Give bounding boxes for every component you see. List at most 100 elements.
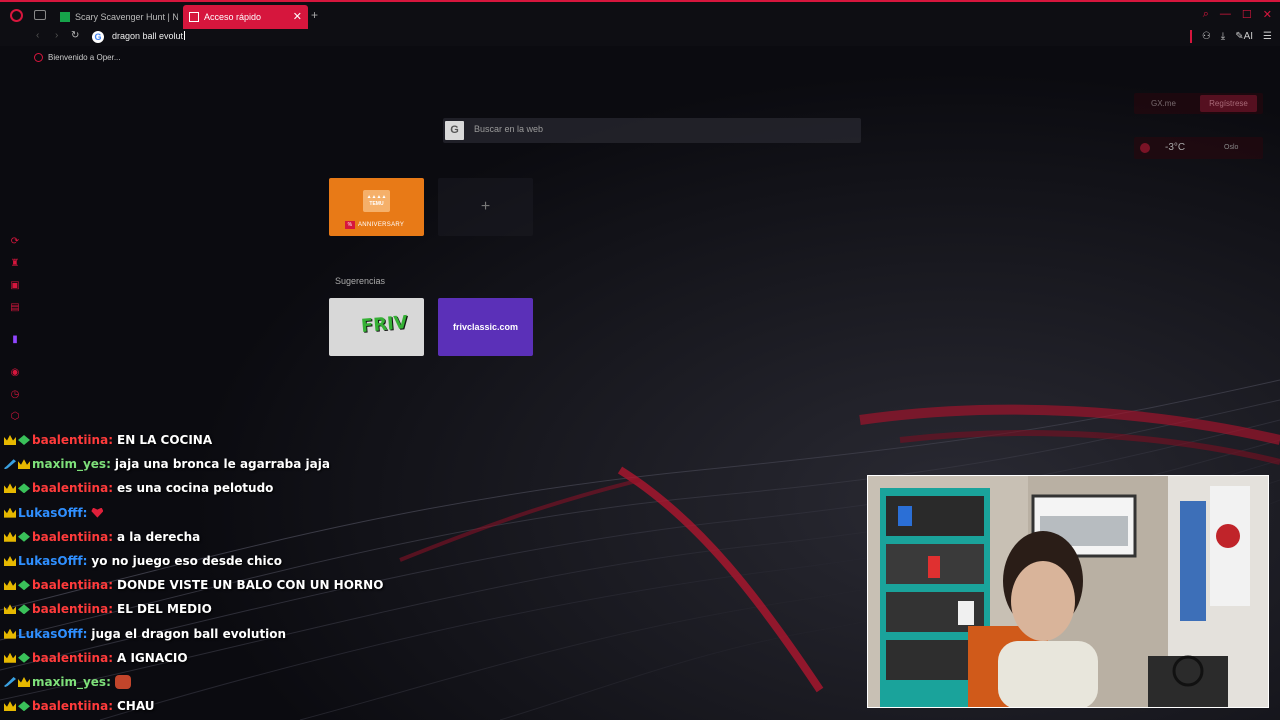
tab-label: Scary Scavenger Hunt | Ne xyxy=(75,12,178,22)
chat-username[interactable]: maxim_yes xyxy=(32,457,106,471)
chat-username[interactable]: LukasOfff xyxy=(18,627,83,641)
window-controls: ⌕ — ☐ ✕ xyxy=(1203,8,1272,21)
menu-icon[interactable]: ☰ xyxy=(1263,31,1272,42)
crown-badge-icon xyxy=(18,459,30,470)
chat-colon: : xyxy=(108,650,113,665)
chat-colon: : xyxy=(108,481,113,496)
gem-badge-icon xyxy=(18,652,30,663)
maximize-icon[interactable]: ☐ xyxy=(1242,8,1252,21)
chat-text: A IGNACIO xyxy=(117,650,188,665)
chat-colon: : xyxy=(82,626,88,641)
chat-message: baalentiina: EL DEL MEDIO xyxy=(4,601,212,617)
gem-badge-icon xyxy=(18,483,30,494)
chat-message: maxim_yes: xyxy=(4,674,131,690)
sword-badge-icon xyxy=(4,459,16,470)
bookmarks-bar: Bienvenido a Oper... xyxy=(0,48,1280,70)
chat-colon: : xyxy=(108,433,113,447)
ai-icon[interactable]: ✎AI xyxy=(1235,31,1253,42)
forward-icon[interactable]: › xyxy=(55,30,58,41)
temu-subtitle: % ANNIVERSARY xyxy=(345,221,404,229)
crown-badge-icon xyxy=(4,604,16,615)
chat-message: baalentiina: a la derecha xyxy=(4,529,200,545)
gem-badge-icon xyxy=(18,604,30,615)
crown-badge-icon xyxy=(4,531,16,542)
messenger-icon[interactable]: ▤ xyxy=(9,302,21,314)
profile-icon[interactable]: ⚇ xyxy=(1202,31,1211,42)
chat-text: juga el dragon ball evolution xyxy=(91,626,287,641)
search-placeholder: Buscar en la web xyxy=(474,124,544,134)
tab-label: Acceso rápido xyxy=(204,12,262,22)
crown-badge-icon xyxy=(4,507,16,518)
close-tab-icon[interactable]: ✕ xyxy=(293,10,302,23)
temperature: -3°C xyxy=(1165,142,1186,153)
back-icon[interactable]: ‹ xyxy=(36,30,39,41)
crown-badge-icon xyxy=(18,677,30,687)
news-icon[interactable]: ▣ xyxy=(9,280,21,292)
suggestions-label: Sugerencias xyxy=(335,276,386,286)
chat-colon: : xyxy=(108,529,113,544)
chat-username[interactable]: baalentiina xyxy=(32,602,108,616)
reload-icon[interactable]: ↻ xyxy=(71,30,79,41)
gx-control-icon[interactable]: ⟳ xyxy=(9,236,21,248)
chat-username[interactable]: baalentiina xyxy=(32,481,108,495)
webcam-feed xyxy=(868,476,1268,707)
search-tabs-icon[interactable]: ⌕ xyxy=(1203,8,1209,21)
chat-username[interactable]: LukasOfff xyxy=(18,506,83,520)
chat-colon: : xyxy=(106,457,111,472)
workspaces-icon[interactable] xyxy=(34,10,46,20)
crown-badge-icon xyxy=(4,628,16,639)
minimize-icon[interactable]: — xyxy=(1220,8,1231,21)
twitch-icon[interactable]: ▮ xyxy=(9,334,21,346)
gx-me-link[interactable]: GX.me xyxy=(1151,99,1176,108)
chat-colon: : xyxy=(82,554,88,568)
weather-widget[interactable]: -3°C Oslo xyxy=(1134,137,1263,159)
close-window-icon[interactable]: ✕ xyxy=(1263,8,1272,21)
toolbar-right: ⚇ ⤓ ✎AI ☰ xyxy=(1189,30,1272,43)
chat-message: LukasOfff: xyxy=(4,505,104,521)
add-speed-dial-button[interactable]: + xyxy=(438,178,533,236)
chat-username[interactable]: baalentiina xyxy=(32,433,108,447)
opera-logo-icon[interactable] xyxy=(10,9,23,22)
register-button[interactable]: Regístrese xyxy=(1200,95,1257,112)
tab-favicon-icon xyxy=(60,12,70,22)
chat-username[interactable]: baalentiina xyxy=(32,651,108,665)
chat-username[interactable]: baalentiina xyxy=(32,699,108,713)
chat-username[interactable]: baalentiina xyxy=(32,530,108,544)
download-icon[interactable]: ⤓ xyxy=(1221,31,1225,42)
chat-text: DONDE VISTE UN BALO CON UN HORNO xyxy=(117,578,384,593)
chat-text: CHAU xyxy=(117,699,155,714)
tab-strip: Scary Scavenger Hunt | Ne Acceso rápido … xyxy=(0,0,1280,29)
suggestion-friv[interactable]: FRIV xyxy=(329,298,424,356)
opera-icon xyxy=(34,53,43,62)
player-icon[interactable]: ◉ xyxy=(9,367,21,379)
bookmark-label: Bienvenido a Oper... xyxy=(48,53,121,62)
weather-icon xyxy=(1140,143,1150,153)
tab-scary-scavenger-hunt[interactable]: Scary Scavenger Hunt | Ne xyxy=(54,5,178,29)
address-bar: ‹ › ↻ G dragon ball evolut ⚇ ⤓ ✎AI ☰ xyxy=(0,29,1280,46)
gem-badge-icon xyxy=(18,580,30,591)
history-icon[interactable]: ◷ xyxy=(9,389,21,401)
tab-acceso-rapido[interactable]: Acceso rápido ✕ xyxy=(183,5,308,29)
sword-badge-icon xyxy=(4,677,16,687)
chat-emote-icon xyxy=(114,675,131,689)
speed-dial-temu[interactable]: ▲▲▲▲ TEMU % ANNIVERSARY xyxy=(329,178,424,236)
weather-city: Oslo xyxy=(1224,144,1239,151)
url-input[interactable]: dragon ball evolut xyxy=(112,31,185,41)
temu-subtitle-text: ANNIVERSARY xyxy=(358,222,405,228)
extensions-icon[interactable]: ⬡ xyxy=(9,411,21,423)
suggestion-frivclassic[interactable]: frivclassic.com xyxy=(438,298,533,356)
webcam-overlay xyxy=(867,475,1269,708)
chat-username[interactable]: baalentiina xyxy=(32,578,108,592)
chat-username[interactable]: LukasOfff xyxy=(18,554,83,568)
temu-logo: ▲▲▲▲ TEMU xyxy=(363,190,390,212)
search-box[interactable]: G Buscar en la web xyxy=(443,118,861,143)
chat-message: baalentiina: A IGNACIO xyxy=(4,650,188,666)
heart-emote-icon xyxy=(91,507,104,518)
chat-message: baalentiina: DONDE VISTE UN BALO CON UN H… xyxy=(4,577,383,593)
crown-badge-icon xyxy=(4,580,16,591)
chat-username[interactable]: maxim_yes xyxy=(32,675,106,689)
chat-text: jaja una bronca le agarraba jaja xyxy=(114,457,330,472)
gx-corner-icon[interactable]: ♜ xyxy=(9,258,21,270)
new-tab-button[interactable]: + xyxy=(311,8,318,22)
bookmark-item[interactable]: Bienvenido a Oper... xyxy=(34,53,121,62)
